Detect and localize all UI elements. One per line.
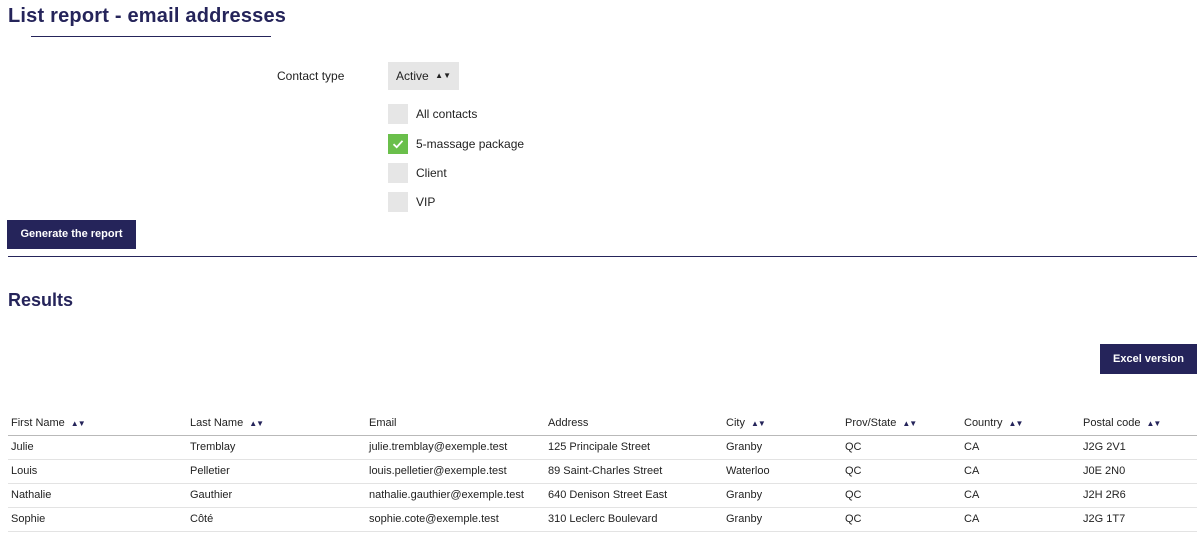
cell-postal-code: J2G 2V1 bbox=[1080, 435, 1197, 460]
cell-address: 125 Principale Street bbox=[545, 435, 723, 460]
cell-prov-state: QC bbox=[842, 459, 961, 484]
cell-country: CA bbox=[961, 507, 1080, 532]
cell-prov-state: QC bbox=[842, 483, 961, 508]
cell-country: CA bbox=[961, 459, 1080, 484]
cell-city: Granby bbox=[723, 507, 842, 532]
results-heading: Results bbox=[8, 290, 74, 310]
column-header-last-name[interactable]: Last Name ▲▼ bbox=[187, 411, 366, 436]
cell-email: louis.pelletier@exemple.test bbox=[366, 459, 545, 484]
column-header-label: Country bbox=[964, 416, 1003, 429]
page-title: List report - email addresses bbox=[8, 5, 287, 27]
cell-postal-code: J2G 1T7 bbox=[1080, 507, 1197, 532]
sort-icon[interactable]: ▲▼ bbox=[71, 419, 86, 428]
column-header-label: First Name bbox=[11, 416, 65, 429]
cell-city: Granby bbox=[723, 483, 842, 508]
column-header-label: Last Name bbox=[190, 416, 244, 429]
cell-first-name: Sophie bbox=[8, 507, 187, 532]
table-header-row: First Name ▲▼ Last Name ▲▼ Email Address C… bbox=[8, 411, 1197, 436]
checkbox-label: 5-massage package bbox=[416, 137, 525, 151]
checkbox-label: Client bbox=[416, 166, 447, 180]
cell-prov-state: QC bbox=[842, 435, 961, 460]
column-header-label: Prov/State bbox=[845, 416, 897, 429]
sort-icon[interactable]: ▲▼ bbox=[902, 419, 917, 428]
column-header-label: Address bbox=[548, 416, 589, 429]
column-header-label: Email bbox=[369, 416, 397, 429]
cell-postal-code: J2H 2R6 bbox=[1080, 483, 1197, 508]
contact-type-label: Contact type bbox=[277, 69, 345, 83]
checkbox-box[interactable] bbox=[388, 163, 408, 183]
sort-icon[interactable]: ▲▼ bbox=[249, 419, 264, 428]
column-header-postal-code[interactable]: Postal code ▲▼ bbox=[1080, 411, 1197, 436]
checkbox-label: VIP bbox=[416, 195, 436, 209]
cell-city: Granby bbox=[723, 435, 842, 460]
cell-city: Waterloo bbox=[723, 459, 842, 484]
column-header-city[interactable]: City ▲▼ bbox=[723, 411, 842, 436]
check-icon bbox=[392, 140, 404, 149]
section-divider bbox=[8, 256, 1197, 257]
column-header-address: Address bbox=[545, 411, 723, 436]
cell-prov-state: QC bbox=[842, 507, 961, 532]
contact-type-value: Active bbox=[396, 69, 429, 83]
column-header-email: Email bbox=[366, 411, 545, 436]
table-row: Louis Pelletier louis.pelletier@exemple.… bbox=[8, 459, 1197, 484]
cell-postal-code: J0E 2N0 bbox=[1080, 459, 1197, 484]
cell-email: julie.tremblay@exemple.test bbox=[366, 435, 545, 460]
cell-first-name: Louis bbox=[8, 459, 187, 484]
results-table: First Name ▲▼ Last Name ▲▼ Email Address C… bbox=[8, 411, 1197, 532]
sort-icon[interactable]: ▲▼ bbox=[1009, 419, 1024, 428]
cell-first-name: Julie bbox=[8, 435, 187, 460]
cell-address: 310 Leclerc Boulevard bbox=[545, 507, 723, 532]
column-header-label: City bbox=[726, 416, 745, 429]
sort-icon[interactable]: ▲▼ bbox=[751, 419, 766, 428]
checkbox-box[interactable] bbox=[388, 104, 408, 124]
cell-last-name: Côté bbox=[187, 507, 366, 532]
cell-address: 89 Saint-Charles Street bbox=[545, 459, 723, 484]
cell-last-name: Pelletier bbox=[187, 459, 366, 484]
contact-type-select[interactable]: Active ▲▼ bbox=[388, 62, 459, 90]
checkbox-label: All contacts bbox=[416, 107, 478, 121]
generate-report-button[interactable]: Generate the report bbox=[7, 220, 136, 249]
cell-email: nathalie.gauthier@exemple.test bbox=[366, 483, 545, 508]
column-header-first-name[interactable]: First Name ▲▼ bbox=[8, 411, 187, 436]
excel-version-button[interactable]: Excel version bbox=[1100, 344, 1197, 374]
title-underline bbox=[31, 36, 271, 37]
cell-email: sophie.cote@exemple.test bbox=[366, 507, 545, 532]
cell-last-name: Tremblay bbox=[187, 435, 366, 460]
column-header-label: Postal code bbox=[1083, 416, 1141, 429]
cell-last-name: Gauthier bbox=[187, 483, 366, 508]
checkbox-box-checked[interactable] bbox=[388, 134, 408, 154]
cell-country: CA bbox=[961, 483, 1080, 508]
cell-first-name: Nathalie bbox=[8, 483, 187, 508]
table-row: Sophie Côté sophie.cote@exemple.test 310… bbox=[8, 507, 1197, 532]
table-row: Julie Tremblay julie.tremblay@exemple.te… bbox=[8, 435, 1197, 460]
sort-icon[interactable]: ▲▼ bbox=[1146, 419, 1161, 428]
select-arrows-icon: ▲▼ bbox=[435, 71, 451, 80]
table-row: Nathalie Gauthier nathalie.gauthier@exem… bbox=[8, 483, 1197, 508]
cell-country: CA bbox=[961, 435, 1080, 460]
checkbox-box[interactable] bbox=[388, 192, 408, 212]
cell-address: 640 Denison Street East bbox=[545, 483, 723, 508]
column-header-country[interactable]: Country ▲▼ bbox=[961, 411, 1080, 436]
column-header-prov-state[interactable]: Prov/State ▲▼ bbox=[842, 411, 961, 436]
